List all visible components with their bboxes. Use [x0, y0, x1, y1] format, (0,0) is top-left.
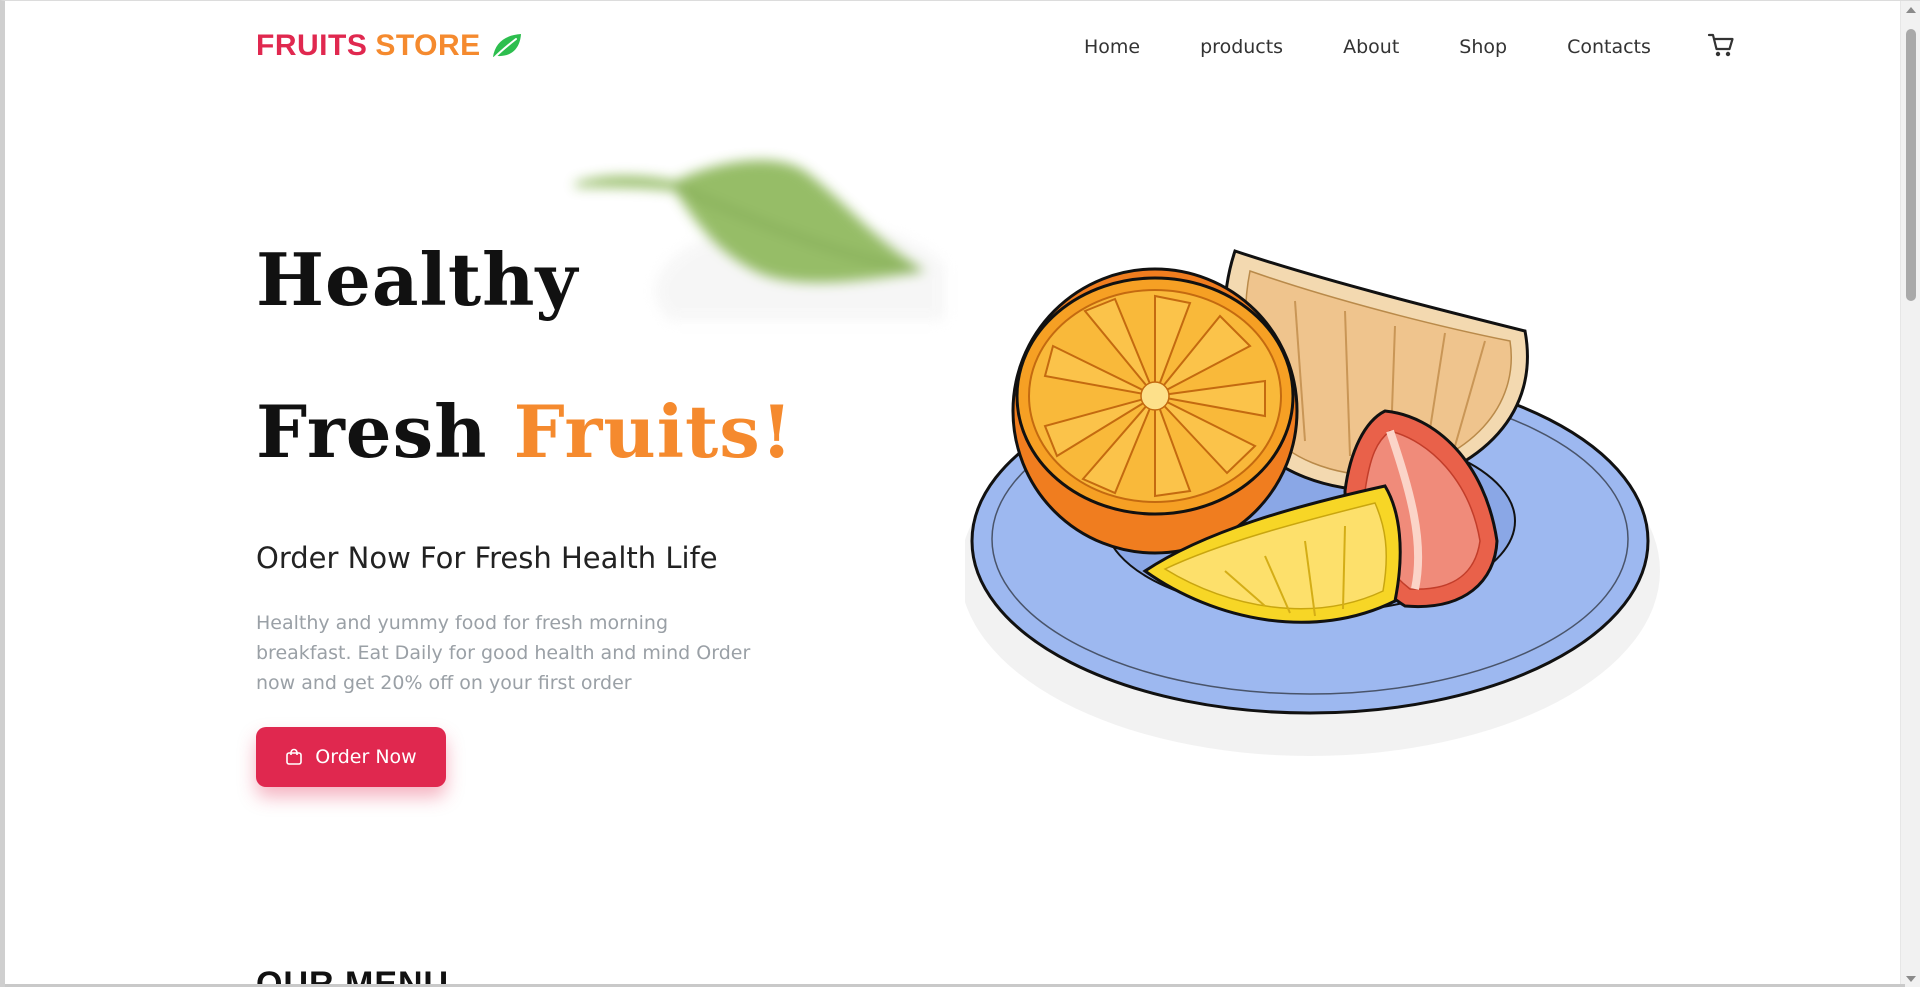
hero-title-line1: Healthy	[256, 237, 579, 322]
hero-title-line2: Fresh Fruits!	[256, 389, 793, 474]
nav-shop[interactable]: Shop	[1459, 36, 1507, 58]
hero-description: Healthy and yummy food for fresh morning…	[256, 612, 751, 694]
scrollbar-thumb[interactable]	[1906, 29, 1916, 301]
scroll-down-arrow-icon[interactable]	[1906, 976, 1916, 982]
vertical-scrollbar[interactable]	[1900, 1, 1920, 987]
leaf-icon	[492, 34, 521, 59]
nav-home[interactable]: Home	[1084, 36, 1140, 58]
logo-word-fruits: FRUITS	[256, 29, 368, 62]
shopping-cart-icon[interactable]	[1707, 31, 1735, 59]
order-now-label: Order Now	[315, 746, 417, 768]
logo-word-store: STORE	[375, 29, 481, 62]
nav-contacts[interactable]: Contacts	[1567, 36, 1651, 58]
page: FRUITS STORE Home products About Shop Co…	[0, 0, 1920, 987]
nav-about[interactable]: About	[1343, 36, 1399, 58]
nav-products[interactable]: products	[1200, 36, 1283, 58]
logo[interactable]: FRUITS STORE	[256, 29, 523, 63]
shopping-bag-icon	[286, 748, 303, 765]
decorative-leaf	[575, 160, 945, 321]
fruit-plate-illustration	[965, 249, 1660, 756]
hero-title-accent: Fruits!	[513, 389, 794, 474]
main-nav: Home products About Shop Contacts	[1084, 33, 1735, 59]
hero-subtitle: Order Now For Fresh Health Life	[256, 541, 718, 575]
scroll-up-arrow-icon[interactable]	[1906, 7, 1916, 13]
hero-title-word: Fresh	[256, 389, 488, 474]
order-now-button[interactable]: Order Now	[256, 727, 446, 787]
